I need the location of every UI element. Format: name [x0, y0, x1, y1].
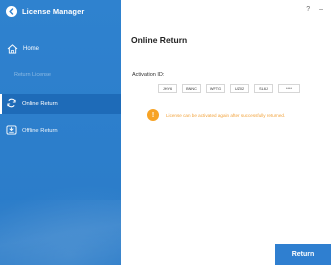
activation-key-field-1[interactable]: JHY6: [158, 84, 177, 93]
offline-return-icon: [6, 122, 17, 140]
activation-key-field-6[interactable]: ****: [278, 84, 300, 93]
activation-key-field-4[interactable]: UZ02: [230, 84, 249, 93]
notice: ! License can be activated again after s…: [147, 109, 285, 121]
app-title: License Manager: [22, 7, 85, 16]
online-return-icon: [6, 95, 17, 113]
activation-key-field-5[interactable]: SL6J: [254, 84, 273, 93]
activation-id-label: Activation ID:: [132, 72, 165, 78]
sidebar-item-label: Offline Return: [22, 128, 58, 134]
warning-icon: !: [147, 109, 159, 121]
help-button[interactable]: ?: [306, 5, 310, 15]
sidebar-item-online-return[interactable]: Online Return: [0, 94, 121, 114]
activation-key-field-3[interactable]: WFTG: [206, 84, 225, 93]
home-icon: [7, 44, 18, 54]
activation-key-field-2[interactable]: BNNC: [182, 84, 201, 93]
back-arrow-circle-icon[interactable]: [6, 6, 17, 17]
sidebar-item-home[interactable]: Home: [7, 44, 39, 54]
active-indicator: [0, 94, 2, 114]
activation-id-fields: JHY6 BNNC WFTG UZ02 SL6J ****: [158, 84, 300, 93]
sidebar-item-label: Home: [23, 46, 40, 52]
section-label-return-license: Return License: [14, 72, 51, 78]
app-header: License Manager: [6, 6, 84, 17]
minimize-button[interactable]: –: [319, 5, 323, 15]
return-button[interactable]: Return: [275, 244, 331, 265]
notice-text: License can be activated again after suc…: [166, 112, 286, 118]
sidebar-item-label: Online Return: [22, 101, 58, 107]
sidebar: License Manager Home Return License Onli…: [0, 0, 121, 265]
window-controls: ? –: [306, 5, 323, 15]
sidebar-item-offline-return[interactable]: Offline Return: [6, 122, 58, 140]
page-title: Online Return: [131, 35, 188, 45]
